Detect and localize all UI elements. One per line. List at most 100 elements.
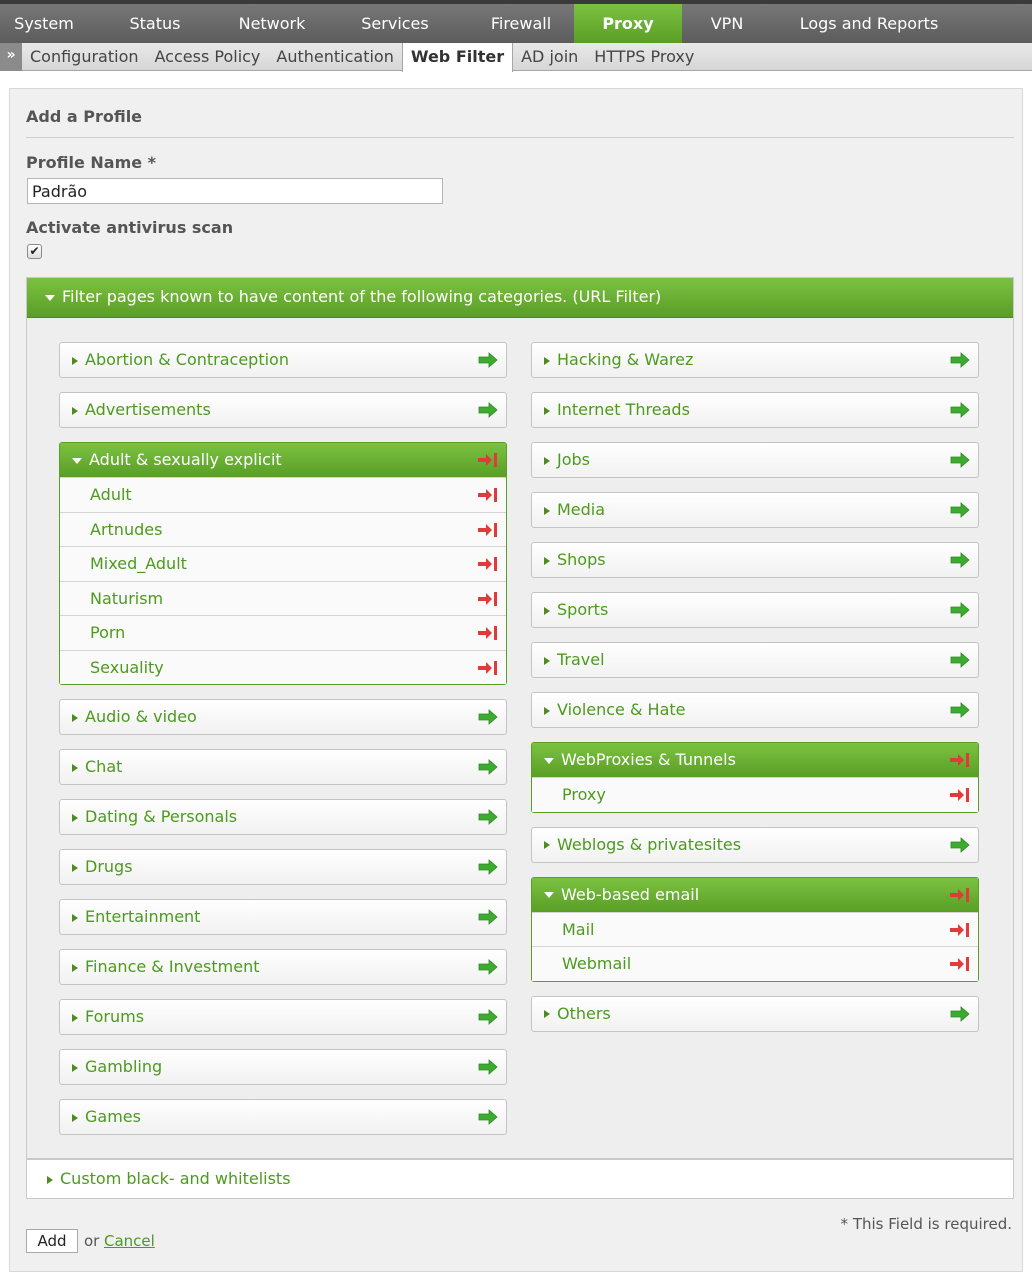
custom-lists-toggle[interactable]: Custom black- and whitelists <box>26 1159 1014 1199</box>
allow-arrow-icon[interactable] <box>478 809 498 825</box>
block-arrow-icon[interactable] <box>478 522 498 538</box>
block-arrow-icon[interactable] <box>478 487 498 503</box>
allow-arrow-icon[interactable] <box>478 352 498 368</box>
allow-arrow-icon[interactable] <box>478 759 498 775</box>
block-arrow-icon[interactable] <box>478 660 498 676</box>
category-label: Violence & Hate <box>557 700 686 719</box>
category-header[interactable]: Abortion & Contraception <box>60 343 506 377</box>
tab-https-proxy[interactable]: HTTPS Proxy <box>586 43 702 71</box>
block-arrow-icon[interactable] <box>950 787 970 803</box>
cancel-link[interactable]: Cancel <box>104 1232 155 1250</box>
allow-arrow-icon[interactable] <box>478 709 498 725</box>
category-header[interactable]: Internet Threads <box>532 393 978 427</box>
allow-arrow-icon[interactable] <box>478 959 498 975</box>
allow-arrow-icon[interactable] <box>950 452 970 468</box>
nav-logs-and-reports[interactable]: Logs and Reports <box>772 4 966 43</box>
allow-arrow-icon[interactable] <box>950 502 970 518</box>
allow-arrow-icon[interactable] <box>950 402 970 418</box>
category-label: Adult & sexually explicit <box>89 450 282 469</box>
allow-arrow-icon[interactable] <box>478 402 498 418</box>
allow-arrow-icon[interactable] <box>950 836 970 853</box>
allow-arrow-icon[interactable] <box>950 1005 970 1022</box>
subcategory-mail[interactable]: Mail <box>532 911 978 946</box>
subcategory-artnudes[interactable]: Artnudes <box>60 511 506 546</box>
block-arrow-icon[interactable] <box>478 556 498 572</box>
add-profile-form: Add a Profile Profile Name * Activate an… <box>9 88 1023 1272</box>
nav-status[interactable]: Status <box>88 4 222 43</box>
category-media: Media <box>531 492 979 528</box>
allow-arrow-icon[interactable] <box>950 602 970 618</box>
category-header[interactable]: Weblogs & privatesites <box>532 828 978 862</box>
category-header[interactable]: Shops <box>532 543 978 577</box>
allow-arrow-icon[interactable] <box>950 652 970 668</box>
category-column-left: Abortion & Contraception Advertisements Ad… <box>59 342 507 1149</box>
add-button[interactable]: Add <box>26 1229 78 1253</box>
category-header[interactable]: Others <box>532 997 978 1031</box>
nav-vpn[interactable]: VPN <box>682 4 772 43</box>
category-jobs: Jobs <box>531 442 979 478</box>
url-filter-header[interactable]: Filter pages known to have content of th… <box>27 278 1013 318</box>
category-header[interactable]: Jobs <box>532 443 978 477</box>
category-label: Jobs <box>557 450 590 469</box>
tab-web-filter[interactable]: Web Filter <box>401 43 514 72</box>
block-arrow-icon[interactable] <box>950 887 970 903</box>
tab-access-policy[interactable]: Access Policy <box>147 43 269 71</box>
subcategory-webmail[interactable]: Webmail <box>532 946 978 981</box>
category-header[interactable]: Travel <box>532 643 978 677</box>
subcategory-porn[interactable]: Porn <box>60 615 506 650</box>
nav-system[interactable]: System <box>0 4 88 43</box>
block-arrow-icon[interactable] <box>950 922 970 938</box>
antivirus-checkbox[interactable]: ✔ <box>27 244 42 259</box>
category-header[interactable]: Adult & sexually explicit <box>60 443 506 477</box>
block-arrow-icon[interactable] <box>950 752 970 768</box>
category-header[interactable]: Gambling <box>60 1050 506 1084</box>
category-header[interactable]: Media <box>532 493 978 527</box>
allow-arrow-icon[interactable] <box>478 1009 498 1025</box>
allow-arrow-icon[interactable] <box>950 702 970 718</box>
tab-configuration[interactable]: Configuration <box>22 43 147 71</box>
category-header[interactable]: Violence & Hate <box>532 693 978 727</box>
category-label: Drugs <box>85 857 133 876</box>
allow-arrow-icon[interactable] <box>478 1109 498 1125</box>
category-header[interactable]: Sports <box>532 593 978 627</box>
category-header[interactable]: Advertisements <box>60 393 506 427</box>
category-header[interactable]: Finance & Investment <box>60 950 506 984</box>
profile-name-input[interactable] <box>27 178 443 204</box>
tab-ad-join[interactable]: AD join <box>513 43 586 71</box>
category-label: Chat <box>85 757 123 776</box>
category-internet-threads: Internet Threads <box>531 392 979 428</box>
block-arrow-icon[interactable] <box>478 591 498 607</box>
category-header[interactable]: Audio & video <box>60 700 506 734</box>
allow-arrow-icon[interactable] <box>478 1059 498 1075</box>
allow-arrow-icon[interactable] <box>950 352 970 368</box>
block-arrow-icon[interactable] <box>950 956 970 972</box>
category-header[interactable]: Entertainment <box>60 900 506 934</box>
category-header[interactable]: Forums <box>60 1000 506 1034</box>
category-header[interactable]: WebProxies & Tunnels <box>532 743 978 777</box>
category-header[interactable]: Drugs <box>60 850 506 884</box>
expand-arrow-icon <box>72 1013 78 1022</box>
allow-arrow-icon[interactable] <box>950 552 970 568</box>
subcategory-mixed-adult[interactable]: Mixed_Adult <box>60 546 506 581</box>
subcategory-naturism[interactable]: Naturism <box>60 580 506 615</box>
subcategory-label: Naturism <box>90 588 164 608</box>
block-arrow-icon[interactable] <box>478 452 498 468</box>
category-header[interactable]: Chat <box>60 750 506 784</box>
block-arrow-icon[interactable] <box>478 625 498 641</box>
nav-network[interactable]: Network <box>222 4 322 43</box>
form-title: Add a Profile <box>26 107 143 126</box>
expand-menu-icon[interactable]: » <box>0 43 22 71</box>
category-header[interactable]: Web-based email <box>532 877 978 912</box>
nav-services[interactable]: Services <box>322 4 468 43</box>
subcategory-sexuality[interactable]: Sexuality <box>60 649 506 684</box>
allow-arrow-icon[interactable] <box>478 909 498 925</box>
category-header[interactable]: Hacking & Warez <box>532 343 978 377</box>
allow-arrow-icon[interactable] <box>478 859 498 875</box>
nav-firewall[interactable]: Firewall <box>468 4 574 43</box>
subcategory-proxy[interactable]: Proxy <box>532 777 978 812</box>
category-header[interactable]: Dating & Personals <box>60 800 506 834</box>
subcategory-adult[interactable]: Adult <box>60 477 506 512</box>
nav-proxy[interactable]: Proxy <box>574 4 682 43</box>
category-header[interactable]: Games <box>60 1100 506 1134</box>
tab-authentication[interactable]: Authentication <box>268 43 401 71</box>
